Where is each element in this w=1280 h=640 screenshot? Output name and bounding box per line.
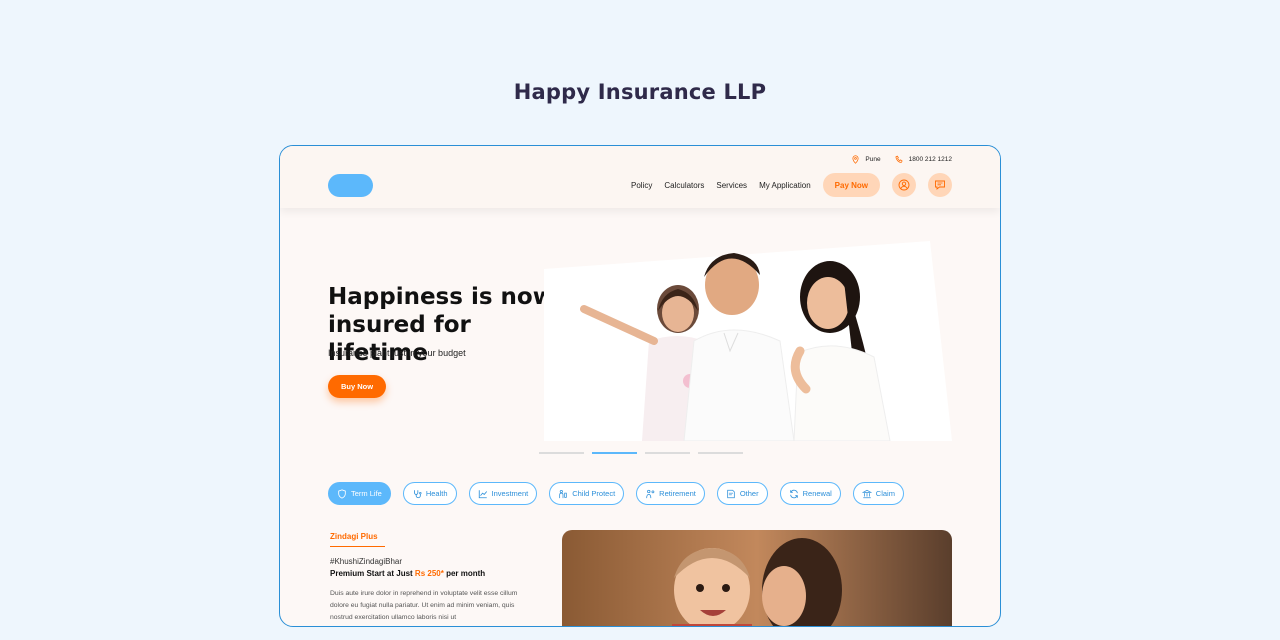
pay-now-button[interactable]: Pay Now [822,173,880,197]
product-description: Duis aute irure dolor in reprehend in vo… [330,590,518,621]
carousel-dot[interactable] [645,452,690,454]
premium-suffix: per month [443,569,486,578]
category-label: Renewal [802,489,832,498]
refresh-icon [789,489,798,498]
premium-prefix: Premium Start at Just [330,569,415,578]
buy-now-button[interactable]: Buy Now [328,375,386,398]
category-label: Investment [491,489,529,498]
location-label: Pune [865,156,881,163]
category-label: Claim [875,489,895,498]
category-child-protect[interactable]: Child Protect [549,482,625,505]
retirement-icon [646,489,655,498]
hero-subtitle: Insurance plant just in your budget [328,348,466,358]
account-button[interactable] [892,173,916,197]
product-hashtag: #KhushiZindagiBhar [330,557,403,566]
page-title: Happy Insurance LLP [513,80,767,104]
location-pin-icon [852,155,859,164]
category-label: Health [425,489,448,498]
phone-item[interactable]: 1800 212 1212 [895,155,952,164]
phone-icon [895,155,903,163]
category-other[interactable]: Other [716,482,768,505]
nav-link-my-application[interactable]: My Application [759,181,811,190]
mother-baby-image [562,530,952,626]
category-term-life[interactable]: Term Life [328,482,391,505]
main-nav: Policy Calculators Services My Applicati… [631,173,952,197]
child-icon [559,489,567,498]
user-icon [898,179,910,191]
category-label: Other [739,489,759,498]
hero-carousel-indicators [539,452,743,454]
shield-icon [338,488,346,499]
category-health[interactable]: Health [402,482,457,505]
category-investment[interactable]: Investment [468,482,538,505]
category-label: Term Life [351,489,382,498]
utility-bar: Pune 1800 212 1212 [851,155,952,164]
chat-icon [935,180,945,190]
nav-link-calculators[interactable]: Calculators [664,181,704,190]
category-claim[interactable]: Claim [852,482,904,505]
chat-button[interactable] [928,173,952,197]
category-renewal[interactable]: Renewal [779,482,841,505]
nav-link-services[interactable]: Services [716,181,747,190]
hero-family-image [544,241,952,441]
product-tag: Zindagi Plus [330,532,378,541]
carousel-dot-active[interactable] [592,452,637,454]
website-mockup: Pune 1800 212 1212 Policy Calculators Se… [279,145,1001,627]
premium-price: Rs 250* [414,569,444,578]
stethoscope-icon [413,489,422,498]
category-tabs: Term Life Health Investment Child Protec… [328,482,904,505]
site-logo[interactable] [328,174,373,197]
category-retirement[interactable]: Retirement [636,482,705,505]
product-tag-underline [330,546,385,547]
document-icon [727,489,735,498]
nav-link-policy[interactable]: Policy [631,181,652,190]
site-header: Pune 1800 212 1212 Policy Calculators Se… [280,146,1000,208]
location-item[interactable]: Pune [851,155,881,164]
bank-icon [861,489,872,498]
category-label: Child Protect [572,489,616,498]
carousel-dot[interactable] [698,452,743,454]
phone-number: 1800 212 1212 [908,156,952,163]
premium-text: Premium Start at Just Rs 250* per month [330,569,485,578]
category-label: Retirement [659,489,696,498]
chart-line-icon [478,489,487,498]
carousel-dot[interactable] [539,452,584,454]
